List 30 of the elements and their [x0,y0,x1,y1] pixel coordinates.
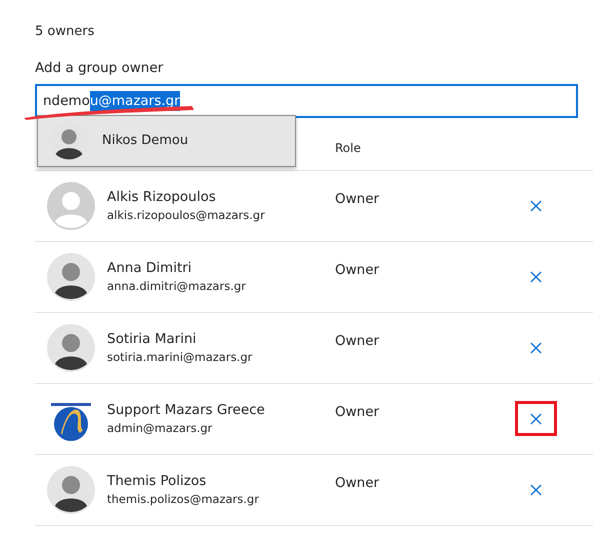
role-text: Owner [335,332,380,349]
person-name: Alkis Rizopoulos [107,188,217,207]
role-text: Owner [335,474,380,491]
column-header: Role [335,140,361,155]
email-text: alkis.rizopoulos@mazars.gr [107,207,265,224]
remove-button[interactable] [515,401,557,436]
field-label: Add a group owner [35,58,164,78]
close-icon [530,484,542,496]
avatar-icon [47,252,95,301]
suggestion-item[interactable]: Nikos Demou [37,115,296,167]
person-name: Sotiria Marini [107,330,198,349]
avatar-icon [47,466,95,514]
close-icon [530,270,542,283]
close-icon [530,200,542,212]
person-name: Themis Polizos [107,472,208,491]
close-icon [530,342,542,354]
person-name: Nikos Demou [102,132,188,150]
close-icon [530,412,542,425]
email-text: sotiria.marini@mazars.gr [107,349,252,366]
email-text: anna.dimitri@mazars.gr [107,278,246,296]
avatar-icon [47,324,95,372]
role-text: Owner [335,262,380,278]
email-text: admin@mazars.gr [107,420,214,438]
role-text: Owner [335,404,380,420]
person-name: Anna Dimitri [107,259,193,278]
owner-count: 5 owners [35,23,96,41]
person-name: Support Mazars Greece [107,401,265,420]
email-text: themis.polizos@mazars.gr [107,491,259,508]
avatar-icon [47,182,95,230]
role-text: Owner [335,190,380,207]
